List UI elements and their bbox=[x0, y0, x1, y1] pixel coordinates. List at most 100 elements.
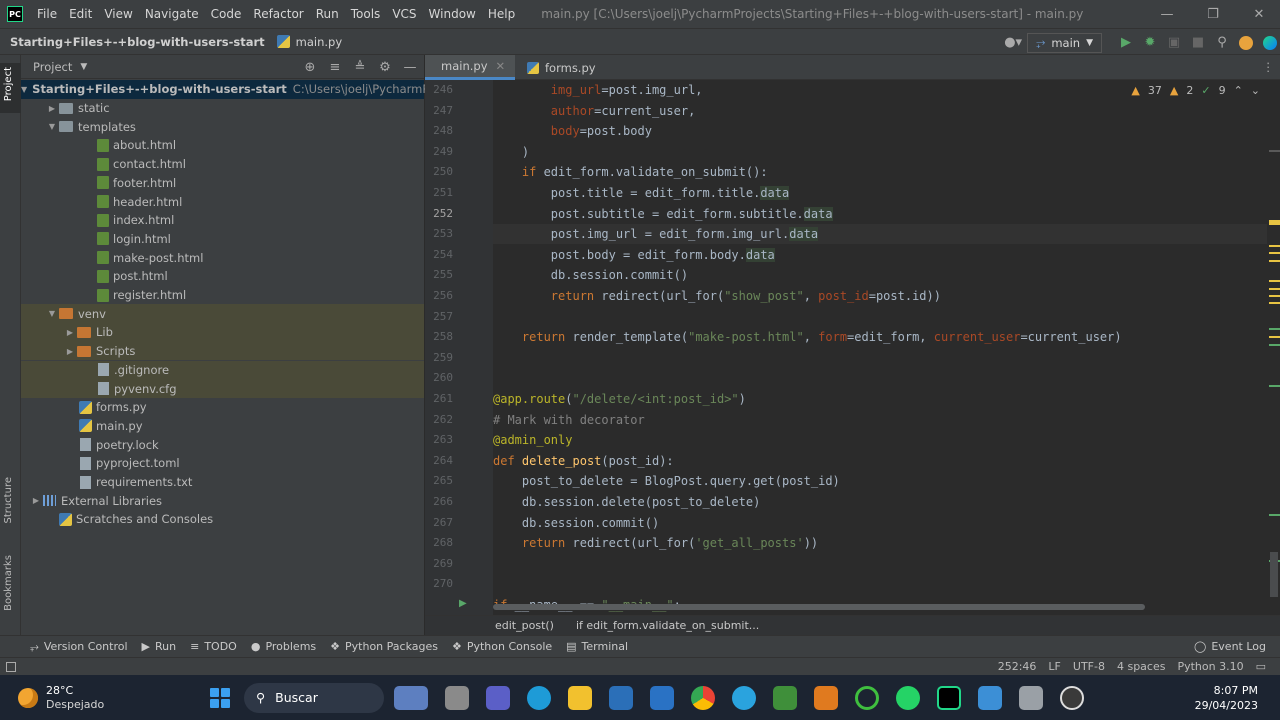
more-tabs-icon[interactable]: ⋮ bbox=[1263, 60, 1275, 74]
file-encoding[interactable]: UTF-8 bbox=[1073, 660, 1105, 673]
expand-arrow-icon[interactable]: ▶ bbox=[29, 496, 43, 505]
tree-item[interactable]: ▼ Starting+Files+-+blog-with-users-start C… bbox=[21, 80, 468, 99]
expand-all-icon[interactable]: ≡ bbox=[325, 57, 345, 77]
close-tab-icon[interactable]: ✕ bbox=[496, 59, 506, 73]
breadcrumb-project[interactable]: Starting+Files+-+blog-with-users-start bbox=[10, 35, 265, 49]
obs-icon[interactable] bbox=[1060, 685, 1084, 710]
search-highlight-icon[interactable] bbox=[394, 685, 428, 710]
tree-item[interactable]: Scratches and Consoles bbox=[21, 510, 424, 529]
menu-navigate[interactable]: Navigate bbox=[139, 7, 205, 21]
database-icon[interactable] bbox=[1019, 685, 1043, 710]
tree-item[interactable]: make-post.html bbox=[21, 248, 424, 267]
windows-start-icon[interactable] bbox=[210, 687, 230, 708]
task-view-icon[interactable] bbox=[445, 685, 469, 710]
run-tab[interactable]: ▶ Run bbox=[142, 640, 177, 653]
tree-item[interactable]: about.html bbox=[21, 136, 424, 155]
mail-icon[interactable] bbox=[650, 685, 674, 710]
tree-item[interactable]: requirements.txt bbox=[21, 473, 424, 492]
player-icon[interactable] bbox=[814, 685, 838, 710]
menu-code[interactable]: Code bbox=[205, 7, 248, 21]
stripe-project-tab[interactable]: Project bbox=[3, 67, 14, 101]
telegram-icon[interactable] bbox=[732, 685, 756, 710]
tree-item[interactable]: ▶ Scripts bbox=[21, 341, 424, 361]
collapse-all-icon[interactable]: ≜ bbox=[350, 57, 370, 77]
horizontal-scrollbar[interactable] bbox=[493, 604, 1145, 610]
todo-tab[interactable]: ≡ TODO bbox=[190, 640, 237, 653]
menu-vcs[interactable]: VCS bbox=[386, 7, 422, 21]
tab-forms-py[interactable]: forms.py bbox=[517, 55, 606, 80]
menu-window[interactable]: Window bbox=[423, 7, 482, 21]
system-clock[interactable]: 8:07 PM 29/04/2023 bbox=[1195, 683, 1258, 713]
python-packages-tab[interactable]: ❖ Python Packages bbox=[330, 640, 438, 653]
menu-file[interactable]: File bbox=[31, 7, 63, 21]
tree-item[interactable]: forms.py bbox=[21, 398, 424, 417]
tree-item[interactable]: pyvenv.cfg bbox=[21, 379, 424, 398]
menu-edit[interactable]: Edit bbox=[63, 7, 98, 21]
version-control-tab[interactable]: ⥅ Version Control bbox=[30, 640, 128, 654]
tree-item[interactable]: login.html bbox=[21, 230, 424, 249]
refresh-app-icon[interactable] bbox=[855, 685, 879, 710]
breadcrumb-block[interactable]: if edit_form.validate_on_submit... bbox=[576, 619, 759, 632]
update-icon[interactable] bbox=[1236, 33, 1256, 53]
caret-position[interactable]: 252:46 bbox=[998, 660, 1037, 673]
menu-view[interactable]: View bbox=[98, 7, 138, 21]
tree-item[interactable]: register.html bbox=[21, 286, 424, 305]
error-stripe[interactable] bbox=[1267, 80, 1280, 615]
chevron-down-icon[interactable]: ▼ bbox=[80, 62, 87, 72]
jetbrains-icon[interactable] bbox=[1260, 33, 1280, 53]
event-log-tab[interactable]: ◯ Event Log bbox=[1194, 640, 1266, 653]
terminal-tab[interactable]: ▤ Terminal bbox=[566, 640, 628, 653]
run-gutter-icon[interactable]: ▶ bbox=[459, 598, 467, 609]
lock-icon[interactable]: ▭ bbox=[1256, 660, 1266, 673]
project-panel-title[interactable]: Project bbox=[33, 60, 72, 74]
tool-windows-icon[interactable] bbox=[6, 661, 16, 672]
tree-item[interactable]: post.html bbox=[21, 267, 424, 286]
expand-arrow-icon[interactable]: ▼ bbox=[45, 122, 59, 131]
tree-item[interactable]: header.html bbox=[21, 192, 424, 211]
search-icon[interactable]: ⚲ bbox=[1212, 33, 1232, 53]
tree-item[interactable]: pyproject.toml bbox=[21, 454, 424, 473]
expand-arrow-icon[interactable]: ▶ bbox=[63, 328, 77, 337]
breadcrumb-function[interactable]: edit_post() bbox=[495, 619, 554, 632]
code-editor[interactable]: img_url=post.img_url, author=current_use… bbox=[493, 80, 1267, 615]
menu-tools[interactable]: Tools bbox=[345, 7, 387, 21]
expand-arrow-icon[interactable]: ▶ bbox=[63, 347, 77, 356]
chevron-down-icon[interactable]: ⌄ bbox=[1251, 84, 1260, 97]
tree-item[interactable]: poetry.lock bbox=[21, 435, 424, 454]
expand-arrow-icon[interactable]: ▼ bbox=[45, 309, 59, 318]
gear-icon[interactable]: ⚙ bbox=[375, 57, 395, 77]
notepad-icon[interactable] bbox=[978, 685, 1002, 710]
stripe-structure-tab[interactable]: Structure bbox=[3, 477, 14, 524]
tree-item[interactable]: ▶ Lib bbox=[21, 323, 424, 342]
tree-item[interactable]: ▼ templates bbox=[21, 117, 424, 136]
chevron-up-icon[interactable]: ⌃ bbox=[1234, 84, 1243, 97]
close-icon[interactable]: ✕ bbox=[1236, 0, 1280, 28]
edge-icon[interactable] bbox=[527, 685, 551, 710]
expand-arrow-icon[interactable]: ▼ bbox=[21, 85, 27, 94]
breadcrumb-file[interactable]: main.py bbox=[296, 35, 343, 49]
menu-run[interactable]: Run bbox=[310, 7, 345, 21]
indent-setting[interactable]: 4 spaces bbox=[1117, 660, 1166, 673]
stop-icon[interactable]: ■ bbox=[1188, 33, 1208, 53]
inspection-widget[interactable]: ▲ 37 ▲ 2 ✓ 9 ⌃ ⌄ bbox=[1131, 84, 1260, 97]
tree-item[interactable]: ▼ venv bbox=[21, 304, 424, 324]
pycharm-icon[interactable] bbox=[937, 685, 961, 710]
chrome-icon[interactable] bbox=[691, 685, 715, 710]
branch-selector[interactable]: ⥅ main ▼ bbox=[1027, 32, 1102, 53]
teams-icon[interactable] bbox=[486, 685, 510, 710]
coverage-icon[interactable]: ▣ bbox=[1164, 33, 1184, 53]
python-console-tab[interactable]: ❖ Python Console bbox=[452, 640, 552, 653]
hide-icon[interactable]: — bbox=[400, 57, 420, 77]
user-icon[interactable]: ●▾ bbox=[1003, 33, 1023, 53]
line-separator[interactable]: LF bbox=[1048, 660, 1060, 673]
tab-main-py[interactable]: main.py ✕ bbox=[425, 55, 515, 80]
tree-item[interactable]: main.py bbox=[21, 417, 424, 436]
tree-item[interactable]: footer.html bbox=[21, 174, 424, 193]
expand-arrow-icon[interactable]: ▶ bbox=[45, 104, 59, 113]
menu-help[interactable]: Help bbox=[482, 7, 521, 21]
taskbar-search[interactable]: ⚲ Buscar bbox=[244, 682, 384, 713]
tree-item[interactable]: contact.html bbox=[21, 155, 424, 174]
maximize-icon[interactable]: ❐ bbox=[1190, 0, 1236, 28]
tree-item[interactable]: ▶ static bbox=[21, 99, 424, 118]
run-icon[interactable]: ▶ bbox=[1116, 33, 1136, 53]
